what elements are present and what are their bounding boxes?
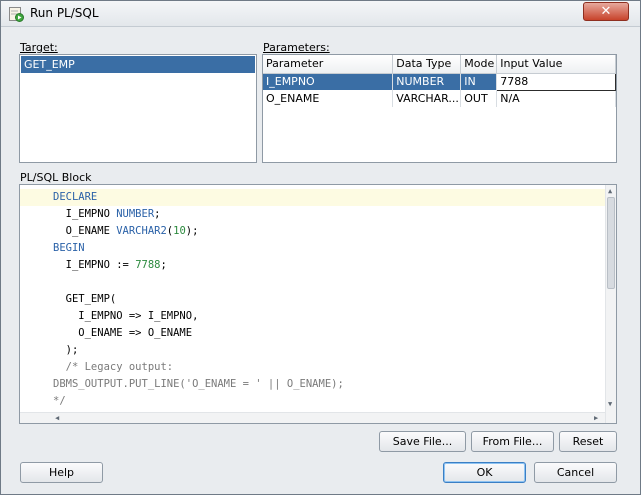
code-line: ); bbox=[53, 344, 79, 356]
ok-button[interactable]: OK bbox=[443, 462, 526, 483]
column-header-parameter[interactable]: Parameter bbox=[263, 55, 394, 74]
code-line: DECLARE bbox=[20, 189, 605, 206]
code-line: I_EMPNO NUMBER; bbox=[53, 208, 161, 220]
cell-data-type: NUMBER bbox=[392, 73, 462, 90]
run-plsql-icon bbox=[9, 7, 24, 22]
vertical-scrollbar[interactable]: ▲ ▼ bbox=[605, 185, 616, 423]
input-value-field[interactable]: 7788 bbox=[496, 72, 616, 91]
code-line: I_EMPNO => I_EMPNO, bbox=[53, 310, 199, 322]
cell-data-type: VARCHAR... bbox=[392, 90, 462, 107]
code-lines[interactable]: DECLARE I_EMPNO NUMBER; O_ENAME VARCHAR2… bbox=[20, 189, 605, 410]
cell-mode: OUT bbox=[460, 90, 498, 107]
column-header-data-type[interactable]: Data Type bbox=[392, 55, 462, 74]
code-line: DBMS_OUTPUT.PUT_LINE('O_ENAME = ' || O_E… bbox=[53, 378, 344, 390]
code-line: */ bbox=[53, 395, 66, 407]
cell-mode: IN bbox=[460, 73, 498, 90]
code-line: BEGIN bbox=[53, 242, 85, 254]
table-row[interactable]: O_ENAME VARCHAR... OUT N/A bbox=[263, 90, 616, 107]
parameters-header-row: Parameter Data Type Mode Input Value bbox=[263, 55, 616, 74]
scroll-right-icon[interactable]: ▶ bbox=[594, 414, 598, 422]
column-header-mode[interactable]: Mode bbox=[460, 55, 498, 74]
title-bar[interactable]: Run PL/SQL ✕ bbox=[1, 1, 640, 27]
target-label: Target: bbox=[20, 41, 58, 54]
code-line: /* Legacy output: bbox=[53, 361, 174, 373]
scroll-left-icon[interactable]: ◀ bbox=[55, 414, 59, 422]
save-file-button[interactable]: Save File... bbox=[379, 431, 466, 452]
cell-input-value[interactable]: N/A bbox=[496, 90, 616, 107]
scroll-down-icon[interactable]: ▼ bbox=[608, 400, 612, 408]
cell-parameter: O_ENAME bbox=[263, 90, 394, 107]
cell-parameter: I_EMPNO bbox=[263, 73, 394, 90]
code-line: I_EMPNO := 7788; bbox=[53, 259, 167, 271]
window-title: Run PL/SQL bbox=[30, 6, 99, 20]
target-list[interactable]: GET_EMP bbox=[19, 54, 257, 163]
code-line: GET_EMP( bbox=[53, 293, 117, 305]
cancel-button[interactable]: Cancel bbox=[534, 462, 617, 483]
reset-button[interactable]: Reset bbox=[559, 431, 617, 452]
table-row[interactable]: I_EMPNO NUMBER IN 7788 bbox=[263, 72, 616, 91]
close-button[interactable]: ✕ bbox=[583, 2, 629, 21]
run-plsql-dialog: Run PL/SQL ✕ Target: GET_EMP Parameters:… bbox=[0, 0, 641, 495]
vertical-scroll-thumb[interactable] bbox=[607, 197, 615, 289]
column-header-input-value[interactable]: Input Value bbox=[496, 55, 616, 74]
horizontal-scrollbar[interactable]: ◀ ▶ bbox=[20, 412, 605, 423]
from-file-button[interactable]: From File... bbox=[471, 431, 554, 452]
plsql-editor[interactable]: DECLARE I_EMPNO NUMBER; O_ENAME VARCHAR2… bbox=[19, 184, 617, 424]
code-line: O_ENAME VARCHAR2(10); bbox=[53, 225, 199, 237]
scroll-up-icon[interactable]: ▲ bbox=[608, 187, 612, 195]
parameters-table: Parameter Data Type Mode Input Value I_E… bbox=[262, 54, 617, 163]
target-item-get-emp[interactable]: GET_EMP bbox=[21, 56, 255, 73]
parameters-label: Parameters: bbox=[263, 41, 330, 54]
help-button[interactable]: Help bbox=[20, 462, 103, 483]
plsql-block-label: PL/SQL Block bbox=[20, 171, 92, 184]
code-line: O_ENAME => O_ENAME bbox=[53, 327, 193, 339]
